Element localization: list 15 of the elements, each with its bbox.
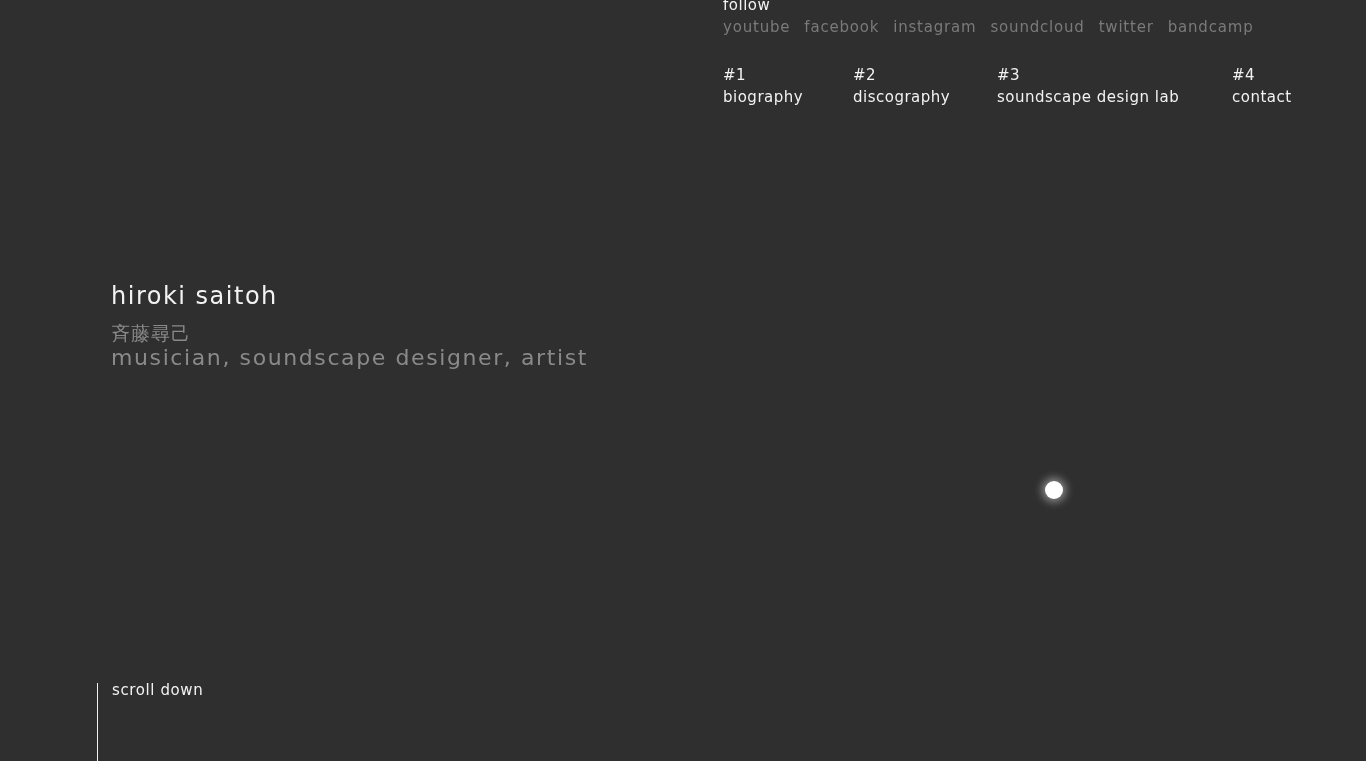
social-link[interactable]: soundcloud (990, 18, 1085, 36)
social-link[interactable]: bandcamp (1167, 18, 1254, 36)
artist-name: hiroki saitoh (111, 281, 279, 311)
social-link[interactable]: twitter (1098, 18, 1154, 36)
glowing-dot (1045, 481, 1063, 499)
nav-link[interactable]: #4 contact (1232, 64, 1332, 108)
nav-link[interactable]: #1 biography (723, 64, 853, 108)
nav-link[interactable]: #2 discography (853, 64, 997, 108)
social-link[interactable]: facebook (804, 18, 880, 36)
artist-roles: musician, soundscape designer, artist (111, 344, 589, 372)
artist-name-japanese: 斉藤尋己 (111, 322, 192, 344)
scroll-down-link[interactable]: scroll down (112, 681, 204, 761)
nav-link[interactable]: #3 soundscape design lab (997, 64, 1232, 108)
social-link[interactable]: instagram (893, 18, 977, 36)
social-link[interactable]: youtube (723, 18, 791, 36)
